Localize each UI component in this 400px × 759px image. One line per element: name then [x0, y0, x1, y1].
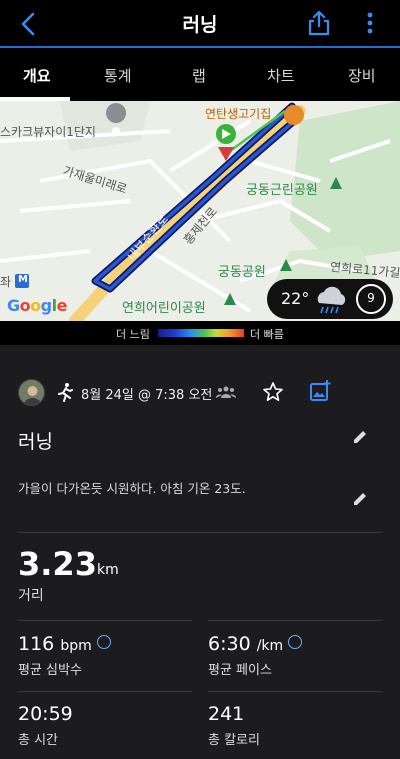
tab-laps[interactable]: 랩 — [192, 65, 206, 86]
divider — [208, 620, 382, 621]
add-photo-icon[interactable] — [309, 379, 331, 403]
legend-slow-label: 더 느림 — [116, 328, 150, 341]
subway-icon: M — [18, 274, 28, 285]
pace-gradient-bar — [158, 329, 244, 337]
divider — [18, 532, 382, 533]
activity-datetime: 8월 24일 @ 7:38 오전 — [81, 388, 213, 403]
weather-temperature: 22° — [281, 289, 310, 308]
pace-sensor-icon — [288, 635, 303, 649]
tab-charts[interactable]: 차트 — [267, 65, 295, 86]
map-label-park-gungdong-neighborhood: 궁동근린공원 — [246, 183, 318, 198]
pace-value: 6:30 — [208, 633, 251, 655]
divider — [208, 691, 382, 692]
tab-gear[interactable]: 장비 — [348, 65, 376, 86]
star-icon[interactable] — [262, 381, 284, 403]
distance-value: 3.23 — [18, 545, 97, 583]
activity-meta-row: 8월 24일 @ 7:38 오전 — [0, 373, 400, 413]
activity-summary: 8월 24일 @ 7:38 오전 러닝 가을이 다가온듯 시원하다. 아침 기온… — [0, 345, 400, 759]
divider — [18, 620, 192, 621]
heart-rate-sensor-icon — [96, 635, 111, 649]
edit-description-icon[interactable] — [352, 491, 368, 507]
activity-description: 가을이 다가온듯 시원하다. 아침 기온 23도. — [18, 481, 246, 496]
page-title: 러닝 — [182, 14, 218, 36]
weather-badge: 22° 9 — [267, 279, 393, 319]
total-time-value: 20:59 — [18, 703, 73, 725]
running-icon — [58, 383, 73, 402]
avatar[interactable] — [18, 379, 45, 406]
group-icon[interactable] — [216, 384, 236, 400]
edit-title-icon[interactable] — [352, 429, 368, 445]
map-label-restaurant: 연탄생고기집 — [205, 107, 272, 121]
rain-cloud-icon — [317, 286, 346, 314]
share-icon[interactable] — [306, 10, 332, 36]
total-calories-value: 241 — [208, 703, 245, 725]
wind-speed-value: 9 — [367, 291, 375, 305]
pace-stat: 6:30 /km — [208, 633, 303, 655]
map-label-apartment: 스카크뷰자이1단지 — [0, 125, 96, 139]
divider — [18, 691, 192, 692]
heart-rate-unit: bpm — [60, 638, 92, 654]
tab-stats[interactable]: 통계 — [104, 65, 132, 86]
heart-rate-label: 평균 심박수 — [18, 663, 82, 678]
pace-unit: /km — [256, 638, 284, 654]
more-options-icon[interactable] — [360, 10, 380, 36]
heart-rate-stat: 116 bpm — [18, 633, 111, 655]
total-time-label: 총 시간 — [18, 733, 59, 748]
map-label-park-yeonhui-children: 연희어린이공원 — [122, 301, 206, 316]
pace-label: 평균 페이스 — [208, 663, 272, 678]
activity-title: 러닝 — [18, 431, 53, 453]
google-logo: Google — [7, 296, 67, 315]
map-label-park-gungdong: 궁동공원 — [218, 265, 266, 280]
distance-unit: km — [97, 562, 119, 578]
heart-rate-value: 116 — [18, 633, 55, 655]
wind-speed-dial: 9 — [356, 284, 386, 314]
total-calories-label: 총 칼로리 — [208, 733, 260, 748]
distance-label: 거리 — [18, 588, 44, 604]
pace-legend: 더 느림 더 빠름 — [0, 321, 400, 345]
tab-bar: 개요 통계 랩 차트 장비 — [0, 48, 400, 101]
top-bar: 러닝 — [0, 0, 400, 48]
tab-overview[interactable]: 개요 — [23, 65, 51, 86]
legend-fast-label: 더 빠름 — [250, 328, 284, 341]
map-label-edge: 좌 — [0, 275, 12, 289]
